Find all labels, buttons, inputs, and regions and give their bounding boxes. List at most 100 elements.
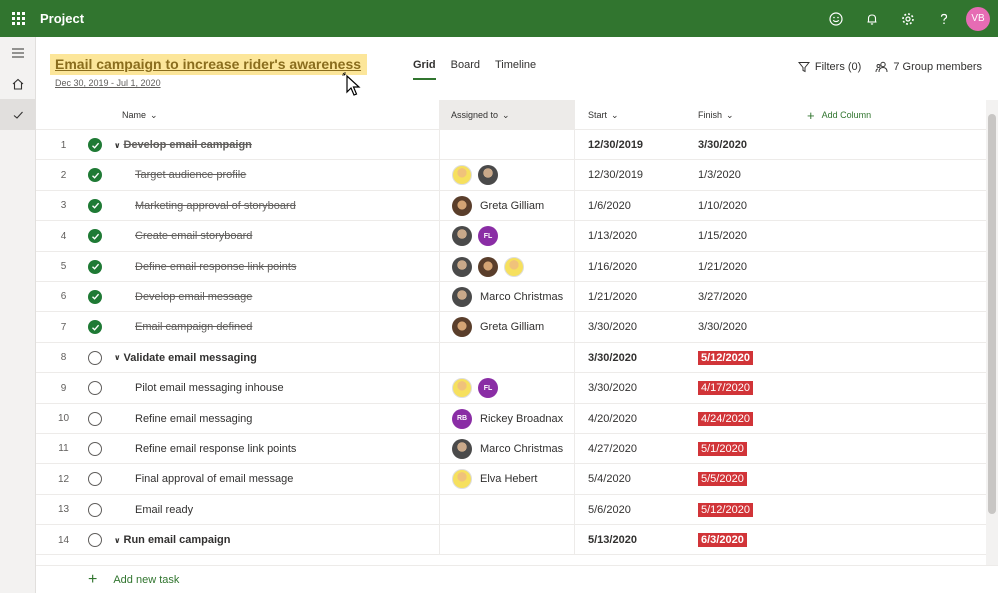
settings-button[interactable]: [890, 0, 926, 37]
task-name[interactable]: ∨ Validate email messaging: [114, 343, 434, 373]
app-launcher-button[interactable]: [0, 0, 36, 37]
feedback-button[interactable]: [818, 0, 854, 37]
project-date-range[interactable]: Dec 30, 2019 - Jul 1, 2020: [55, 78, 161, 88]
task-name[interactable]: Refine email messaging: [135, 404, 455, 434]
assigned-to-cell[interactable]: FL: [439, 373, 575, 404]
assigned-to-cell[interactable]: [439, 251, 575, 282]
task-row[interactable]: 8 ∨ Validate email messaging 3/30/2020 5/12/…: [36, 342, 986, 374]
task-complete-toggle[interactable]: [88, 252, 104, 282]
task-complete-toggle[interactable]: [88, 434, 104, 464]
finish-date[interactable]: 5/1/2020: [698, 434, 747, 464]
finish-date[interactable]: 6/3/2020: [698, 525, 747, 555]
task-row[interactable]: 7 Email campaign defined Greta Gilliam 3/30…: [36, 312, 986, 343]
task-row[interactable]: 5 Define email response link points 1/16/2…: [36, 251, 986, 282]
task-name[interactable]: Pilot email messaging inhouse: [135, 373, 455, 403]
task-row[interactable]: 13 Email ready 5/6/2020 5/12/2020: [36, 494, 986, 526]
start-date[interactable]: 5/13/2020: [588, 525, 637, 555]
start-date[interactable]: 4/20/2020: [588, 404, 637, 434]
column-header-assigned[interactable]: Assigned to ⌄: [439, 100, 575, 130]
home-button[interactable]: [0, 68, 36, 99]
assigned-to-cell[interactable]: Greta Gilliam: [439, 190, 575, 221]
finish-date[interactable]: 3/30/2020: [698, 130, 747, 160]
start-date[interactable]: 5/4/2020: [588, 464, 631, 494]
start-date[interactable]: 3/30/2020: [588, 312, 637, 342]
assigned-to-cell[interactable]: [439, 130, 575, 160]
chevron-down-icon[interactable]: ∨: [114, 353, 121, 362]
start-date[interactable]: 1/16/2020: [588, 252, 637, 282]
assigned-to-cell[interactable]: RB Rickey Broadnax: [439, 403, 575, 434]
tab-timeline[interactable]: Timeline: [495, 59, 536, 71]
project-title[interactable]: Email campaign to increase rider's aware…: [50, 54, 368, 75]
notifications-button[interactable]: [854, 0, 890, 37]
task-name[interactable]: Target audience profile: [135, 160, 455, 190]
task-row[interactable]: 11 Refine email response link points Marco…: [36, 433, 986, 465]
finish-date[interactable]: 1/10/2020: [698, 191, 747, 221]
tasks-button[interactable]: [0, 99, 36, 130]
task-name[interactable]: Refine email response link points: [135, 434, 455, 464]
start-date[interactable]: 3/30/2020: [588, 373, 637, 403]
add-column-button[interactable]: + Add Column: [807, 100, 871, 130]
help-button[interactable]: [926, 0, 962, 37]
start-date[interactable]: 12/30/2019: [588, 160, 643, 190]
finish-date[interactable]: 3/30/2020: [698, 312, 747, 342]
task-complete-toggle[interactable]: [88, 373, 104, 403]
start-date[interactable]: 1/21/2020: [588, 282, 637, 312]
assigned-to-cell[interactable]: [439, 494, 575, 525]
task-row[interactable]: 2 Target audience profile 12/30/2019 1/3/20…: [36, 160, 986, 191]
start-date[interactable]: 4/27/2020: [588, 434, 637, 464]
task-row[interactable]: 1 ∨ Develop email campaign 12/30/2019 3/30/2…: [36, 130, 986, 161]
task-row[interactable]: 4 Create email storyboard FL 1/13/2020 1/15/…: [36, 221, 986, 252]
chevron-down-icon[interactable]: ∨: [114, 141, 121, 150]
task-complete-toggle[interactable]: [88, 312, 104, 342]
group-members-button[interactable]: 7 Group members: [875, 61, 982, 73]
filters-button[interactable]: Filters (0): [797, 61, 861, 73]
tab-grid[interactable]: Grid: [413, 59, 436, 80]
finish-date[interactable]: 4/24/2020: [698, 404, 753, 434]
task-row[interactable]: 14 ∨ Run email campaign 5/13/2020 6/3/2020: [36, 525, 986, 556]
collapse-menu-button[interactable]: [0, 37, 36, 68]
finish-date[interactable]: 4/17/2020: [698, 373, 753, 403]
task-complete-toggle[interactable]: [88, 191, 104, 221]
task-name[interactable]: Email campaign defined: [135, 312, 455, 342]
task-complete-toggle[interactable]: [88, 343, 104, 373]
task-name[interactable]: Define email response link points: [135, 252, 455, 282]
column-header-finish[interactable]: Finish ⌄: [698, 100, 734, 130]
assigned-to-cell[interactable]: Elva Hebert: [439, 464, 575, 495]
finish-date[interactable]: 5/12/2020: [698, 495, 753, 525]
task-complete-toggle[interactable]: [88, 464, 104, 494]
task-complete-toggle[interactable]: [88, 282, 104, 312]
assigned-to-cell[interactable]: Marco Christmas: [439, 433, 575, 464]
column-header-start[interactable]: Start ⌄: [588, 100, 619, 130]
finish-date[interactable]: 1/21/2020: [698, 252, 747, 282]
scrollbar-thumb[interactable]: [988, 114, 996, 514]
task-complete-toggle[interactable]: [88, 495, 104, 525]
finish-date[interactable]: 3/27/2020: [698, 282, 747, 312]
start-date[interactable]: 1/13/2020: [588, 221, 637, 251]
task-row[interactable]: 9 Pilot email messaging inhouse FL 3/30/202…: [36, 373, 986, 404]
column-header-name[interactable]: Name ⌄: [122, 100, 158, 130]
tab-board[interactable]: Board: [451, 59, 480, 71]
task-row[interactable]: 12 Final approval of email message Elva He…: [36, 464, 986, 495]
task-complete-toggle[interactable]: [88, 404, 104, 434]
assigned-to-cell[interactable]: Greta Gilliam: [439, 312, 575, 343]
task-complete-toggle[interactable]: [88, 160, 104, 190]
start-date[interactable]: 12/30/2019: [588, 130, 643, 160]
task-name[interactable]: Final approval of email message: [135, 464, 455, 494]
task-name[interactable]: Create email storyboard: [135, 221, 455, 251]
task-row[interactable]: 6 Develop email message Marco Christmas 1/2…: [36, 281, 986, 313]
task-complete-toggle[interactable]: [88, 525, 104, 555]
finish-date[interactable]: 5/5/2020: [698, 464, 747, 494]
add-new-task-button[interactable]: + Add new task: [88, 571, 179, 589]
task-row[interactable]: 10 Refine email messaging RB Rickey Broadna…: [36, 403, 986, 434]
task-complete-toggle[interactable]: [88, 130, 104, 160]
vertical-scrollbar[interactable]: [986, 100, 998, 565]
finish-date[interactable]: 5/12/2020: [698, 343, 753, 373]
assigned-to-cell[interactable]: [439, 525, 575, 556]
chevron-down-icon[interactable]: ∨: [114, 536, 121, 545]
finish-date[interactable]: 1/3/2020: [698, 160, 741, 190]
assigned-to-cell[interactable]: Marco Christmas: [439, 281, 575, 312]
start-date[interactable]: 5/6/2020: [588, 495, 631, 525]
task-complete-toggle[interactable]: [88, 221, 104, 251]
assigned-to-cell[interactable]: [439, 160, 575, 191]
task-row[interactable]: 3 Marketing approval of storyboard Greta G…: [36, 190, 986, 222]
